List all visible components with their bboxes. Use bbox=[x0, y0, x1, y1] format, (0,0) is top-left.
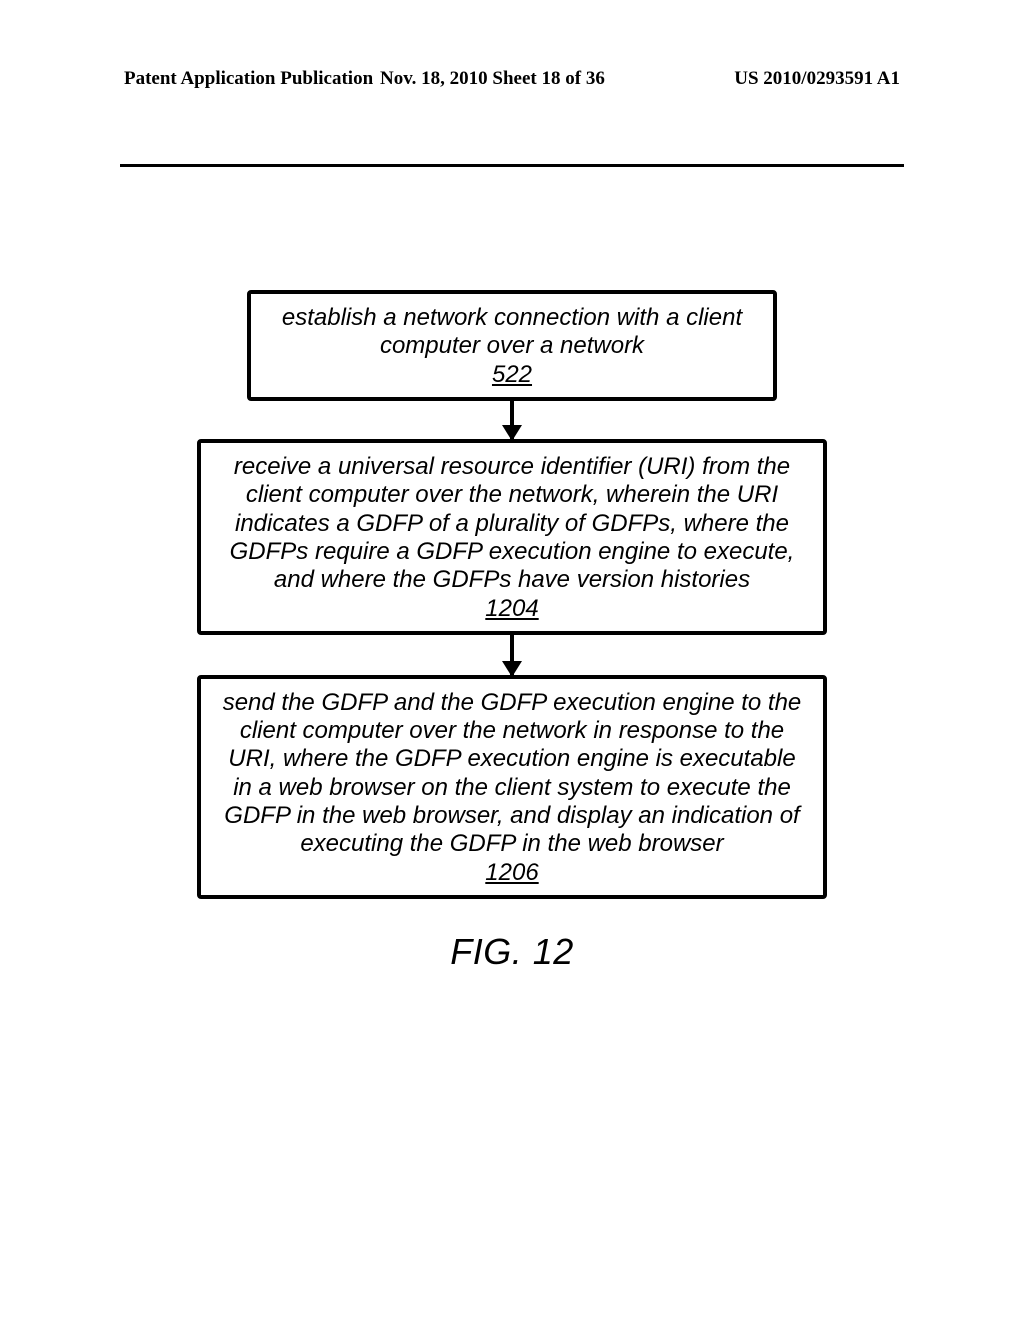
header-row: Patent Application Publication Nov. 18, … bbox=[0, 68, 1024, 90]
arrow-2 bbox=[197, 635, 827, 675]
flowchart: establish a network connection with a cl… bbox=[197, 290, 827, 973]
flow-step-1-text: establish a network connection with a cl… bbox=[269, 304, 755, 361]
header-docnumber: US 2010/0293591 A1 bbox=[734, 68, 900, 90]
flow-step-1-ref: 522 bbox=[492, 361, 532, 389]
header-publication: Patent Application Publication bbox=[124, 68, 373, 90]
flow-step-1: establish a network connection with a cl… bbox=[247, 290, 777, 401]
header-rule bbox=[120, 164, 904, 167]
arrow-down-icon bbox=[510, 635, 514, 675]
patent-page: Patent Application Publication Nov. 18, … bbox=[0, 0, 1024, 1320]
flow-step-2-ref: 1204 bbox=[485, 595, 538, 623]
page-header: Patent Application Publication Nov. 18, … bbox=[0, 68, 1024, 90]
flow-step-2: receive a universal resource identifier … bbox=[197, 439, 827, 635]
flow-step-2-text: receive a universal resource identifier … bbox=[219, 453, 805, 595]
arrow-down-icon bbox=[510, 401, 514, 439]
flow-step-3-text: send the GDFP and the GDFP execution eng… bbox=[219, 689, 805, 859]
header-date-sheet: Nov. 18, 2010 Sheet 18 of 36 bbox=[380, 68, 605, 90]
figure-label: FIG. 12 bbox=[197, 931, 827, 973]
flow-step-3: send the GDFP and the GDFP execution eng… bbox=[197, 675, 827, 899]
flow-step-3-ref: 1206 bbox=[485, 859, 538, 887]
arrow-1 bbox=[197, 401, 827, 439]
